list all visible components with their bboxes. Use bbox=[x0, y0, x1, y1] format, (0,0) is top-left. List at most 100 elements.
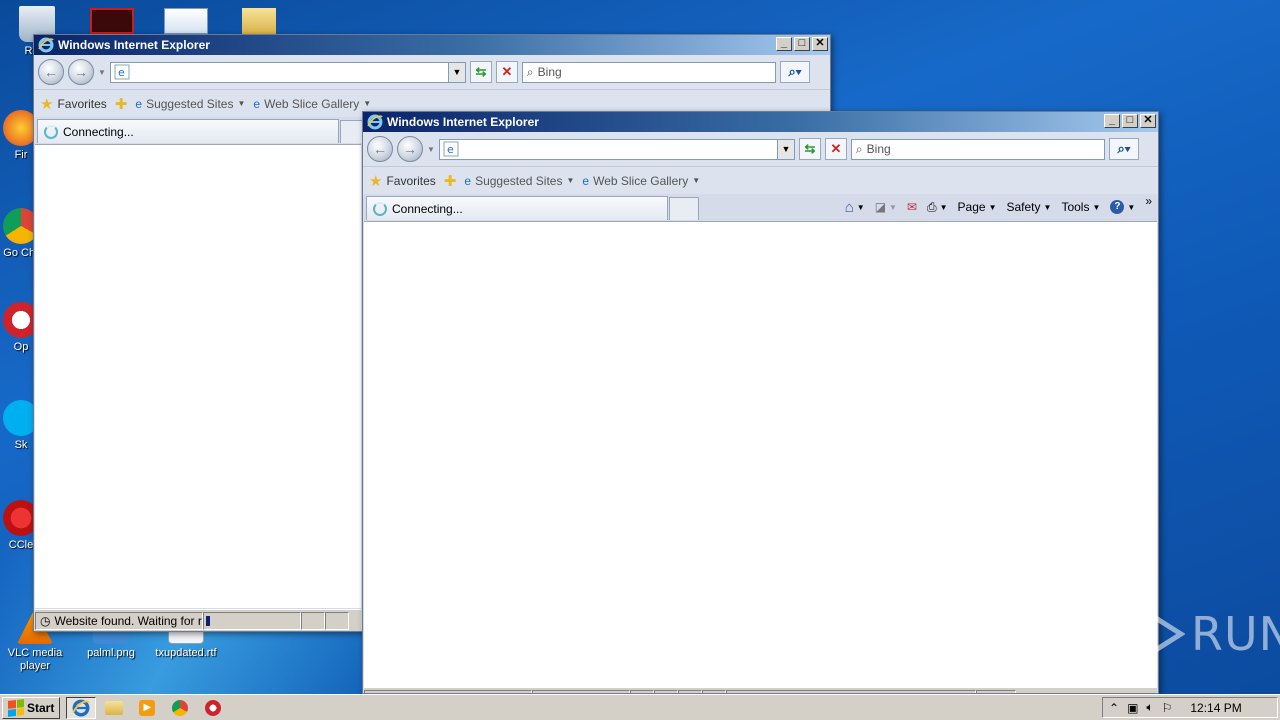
favorites-label: Favorites bbox=[386, 173, 436, 188]
start-button[interactable]: Start bbox=[2, 696, 61, 719]
stop-button[interactable]: ✕ bbox=[824, 138, 847, 160]
chevron-down-icon: ▼ bbox=[1043, 202, 1052, 212]
window-title: Windows Internet Explorer bbox=[58, 38, 210, 52]
chevron-down-icon: ▼ bbox=[856, 202, 865, 212]
search-box[interactable]: ⌕ Bing bbox=[521, 61, 776, 83]
add-favorite-icon[interactable]: ✚ bbox=[444, 172, 457, 190]
forward-button[interactable]: → bbox=[397, 136, 423, 162]
search-go-button[interactable]: ⌕▾ bbox=[1108, 138, 1139, 160]
media-player-icon: ▶ bbox=[139, 699, 156, 716]
search-icon: ⌕ bbox=[855, 141, 863, 156]
taskbar-internet-explorer[interactable] bbox=[66, 696, 97, 719]
favorites-button[interactable]: ★ Favorites bbox=[40, 95, 107, 113]
print-button[interactable]: ⎙ ▼ bbox=[927, 200, 948, 215]
new-tab-button[interactable] bbox=[669, 197, 699, 220]
title-bar[interactable]: Windows Internet Explorer _ □ ✕ bbox=[363, 112, 1158, 132]
stop-icon: ✕ bbox=[830, 141, 842, 156]
navigation-bar: ← → ▼ e ▼ ⇆ ✕ ⌕ Bing ⌕▾ bbox=[34, 55, 830, 89]
minimize-button[interactable]: _ bbox=[1104, 114, 1120, 128]
tools-menu[interactable]: Tools ▼ bbox=[1061, 200, 1100, 214]
suggested-sites-label: Suggested Sites bbox=[475, 173, 563, 188]
volume-icon[interactable]: 🔈︎ bbox=[1146, 700, 1153, 715]
add-favorite-icon[interactable]: ✚ bbox=[115, 95, 128, 113]
maximize-button[interactable]: □ bbox=[1122, 114, 1138, 128]
desktop-icon-label: VLC media player bbox=[7, 647, 63, 672]
svg-text:e: e bbox=[447, 143, 454, 156]
page-menu[interactable]: Page ▼ bbox=[958, 200, 997, 214]
chrome-icon bbox=[172, 699, 189, 716]
safety-menu[interactable]: Safety ▼ bbox=[1007, 200, 1052, 214]
read-mail-button[interactable]: ✉ bbox=[907, 200, 917, 214]
address-bar[interactable]: e ▼ bbox=[109, 61, 466, 83]
chevron-down-icon: ▼ bbox=[692, 176, 701, 185]
magnifier-icon: ⌕▾ bbox=[788, 64, 802, 79]
chevron-down-icon: ▼ bbox=[237, 99, 246, 108]
tab-connecting[interactable]: Connecting... bbox=[366, 196, 668, 220]
help-icon: ? bbox=[1110, 200, 1125, 214]
address-dropdown-button[interactable]: ▼ bbox=[447, 62, 465, 82]
stop-icon: ✕ bbox=[501, 64, 513, 79]
recent-pages-dropdown[interactable]: ▼ bbox=[427, 145, 435, 154]
refresh-icon: ⇆ bbox=[475, 64, 487, 79]
page-e-icon: e bbox=[114, 64, 130, 80]
page-e-icon: e bbox=[464, 173, 472, 188]
home-button[interactable]: ⌂ ▼ bbox=[845, 199, 865, 216]
taskbar-explorer[interactable] bbox=[99, 697, 129, 719]
recent-pages-dropdown[interactable]: ▼ bbox=[98, 68, 106, 77]
help-menu[interactable]: ? ▼ bbox=[1110, 200, 1135, 214]
minimize-button[interactable]: _ bbox=[776, 37, 792, 51]
folder-icon bbox=[105, 700, 124, 715]
page-e-icon: e bbox=[253, 96, 261, 111]
close-button[interactable]: ✕ bbox=[812, 37, 828, 51]
search-box[interactable]: ⌕ Bing bbox=[850, 138, 1105, 160]
title-bar[interactable]: Windows Internet Explorer _ □ ✕ bbox=[34, 35, 830, 55]
web-slice-gallery-link[interactable]: e Web Slice Gallery ▼ bbox=[582, 174, 700, 188]
taskbar-opera[interactable] bbox=[198, 697, 228, 719]
web-slice-gallery-link[interactable]: e Web Slice Gallery ▼ bbox=[253, 97, 371, 111]
folder-icon[interactable] bbox=[242, 8, 276, 34]
windows-logo-icon bbox=[8, 698, 24, 717]
magnifier-icon: ⌕▾ bbox=[1117, 141, 1131, 156]
mail-icon: ✉ bbox=[906, 200, 918, 214]
search-placeholder: Bing bbox=[866, 142, 891, 156]
page-e-icon: e bbox=[443, 141, 459, 157]
taskbar-chrome[interactable] bbox=[165, 697, 195, 719]
tools-menu-label: Tools bbox=[1061, 200, 1090, 214]
anyrun-watermark: ANY RUN bbox=[1036, 606, 1280, 662]
taskbar-media-player[interactable]: ▶ bbox=[132, 697, 162, 719]
more-commands-icon[interactable]: » bbox=[1145, 194, 1152, 208]
command-bar: ⌂ ▼ ◪ ▼ ✉ ⎙ ▼ Page ▼ Safety ▼ Tools ▼ ? … bbox=[845, 194, 1152, 220]
maximize-button[interactable]: □ bbox=[794, 37, 810, 51]
address-bar[interactable]: e ▼ bbox=[438, 138, 795, 160]
svg-text:e: e bbox=[118, 66, 125, 79]
clock[interactable]: 12:14 PM bbox=[1190, 701, 1241, 715]
safety-menu-label: Safety bbox=[1006, 200, 1041, 214]
chevron-down-icon: ▼ bbox=[1127, 202, 1136, 212]
back-arrow-icon: ← bbox=[373, 141, 387, 157]
acrobat-icon[interactable] bbox=[90, 8, 134, 34]
word-document-icon[interactable] bbox=[164, 8, 208, 34]
favorites-button[interactable]: ★ Favorites bbox=[369, 172, 436, 190]
suggested-sites-link[interactable]: e Suggested Sites ▼ bbox=[464, 174, 574, 188]
suggested-sites-link[interactable]: e Suggested Sites ▼ bbox=[135, 97, 245, 111]
close-button[interactable]: ✕ bbox=[1140, 114, 1156, 128]
stop-button[interactable]: ✕ bbox=[495, 61, 518, 83]
show-hidden-icons-chevron-icon[interactable]: ⌃ bbox=[1109, 701, 1119, 715]
chevron-down-icon: ▼ bbox=[1092, 202, 1101, 212]
search-go-button[interactable]: ⌕▾ bbox=[779, 61, 810, 83]
action-center-flag-icon[interactable]: ⚐ bbox=[1162, 701, 1173, 715]
network-icon[interactable]: ▣ bbox=[1127, 701, 1138, 715]
watermark-text-left: ANY bbox=[1036, 607, 1133, 661]
tab-connecting[interactable]: Connecting... bbox=[37, 119, 339, 143]
address-dropdown-button[interactable]: ▼ bbox=[776, 139, 794, 159]
back-button[interactable]: ← bbox=[367, 136, 393, 162]
favorites-bar: ★ Favorites ✚ e Suggested Sites ▼ e Web … bbox=[363, 166, 1158, 194]
refresh-button[interactable]: ⇆ bbox=[469, 61, 492, 83]
feeds-button[interactable]: ◪ ▼ bbox=[875, 200, 897, 214]
page-content[interactable] bbox=[35, 144, 361, 608]
suggested-sites-label: Suggested Sites bbox=[146, 96, 234, 111]
forward-button[interactable]: → bbox=[68, 59, 94, 85]
refresh-button[interactable]: ⇆ bbox=[798, 138, 821, 160]
back-button[interactable]: ← bbox=[38, 59, 64, 85]
star-icon: ★ bbox=[369, 172, 383, 190]
